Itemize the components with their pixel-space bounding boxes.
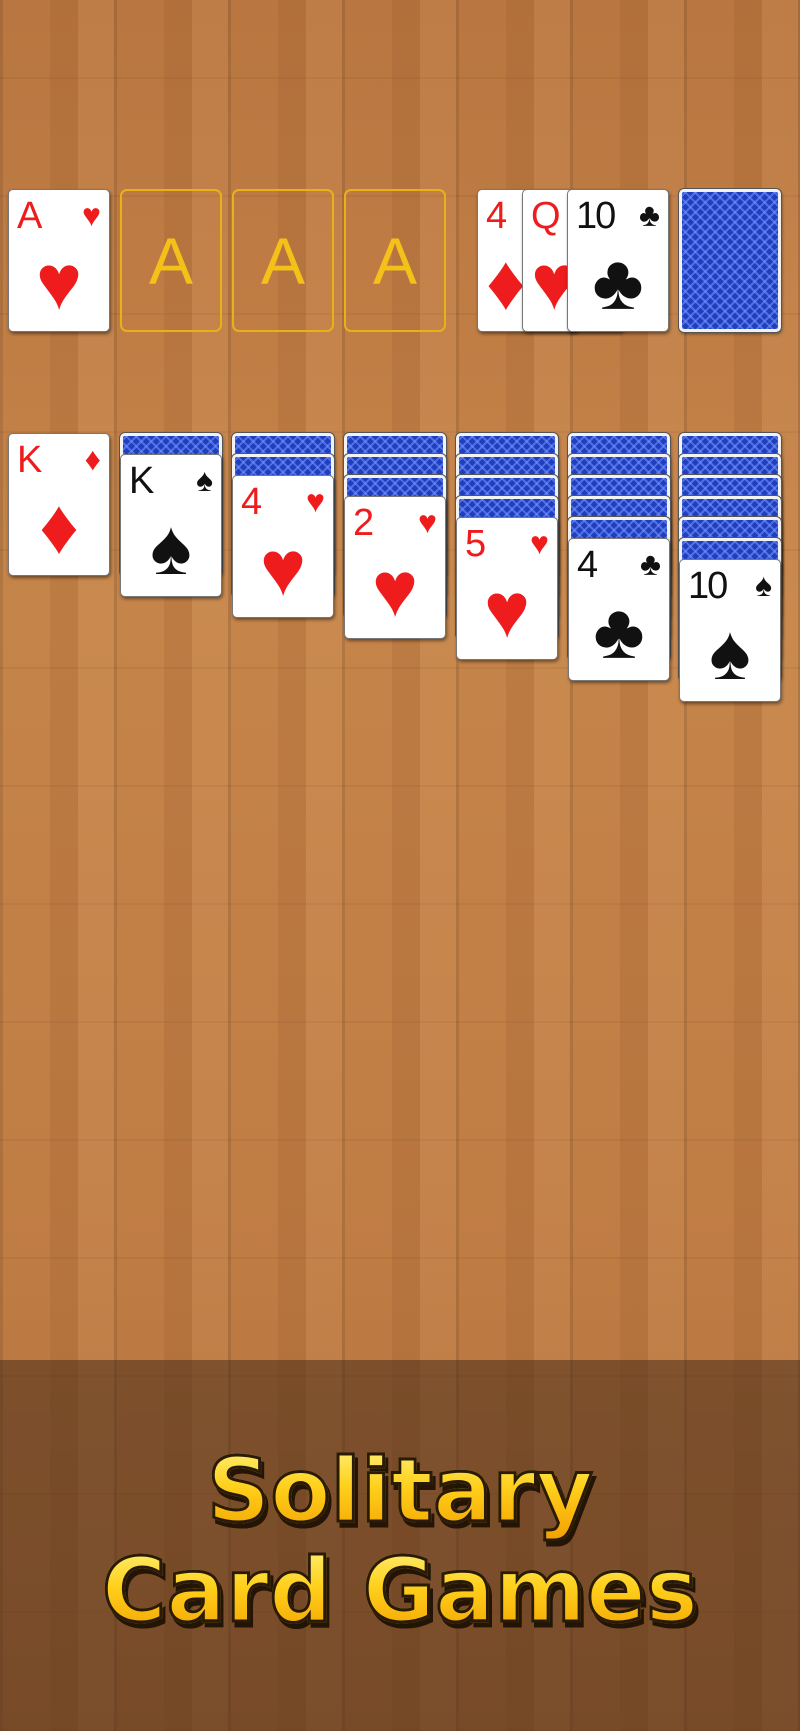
- heart-suit-icon: ♥: [259, 524, 307, 612]
- card-rank: A: [17, 195, 42, 237]
- foundation-slot-empty[interactable]: A: [344, 189, 446, 332]
- foundation-slot-label: A: [372, 223, 418, 298]
- card-rank: K: [129, 460, 154, 502]
- foundation-slot-label: A: [148, 223, 194, 298]
- card-rank: 4: [486, 195, 507, 237]
- tableau-card[interactable]: K ♦ ♦: [8, 433, 110, 576]
- card-rank: 4: [577, 544, 598, 586]
- stock-pile[interactable]: [679, 189, 781, 332]
- card-rank: Q: [531, 195, 561, 237]
- heart-suit-icon: ♥: [306, 483, 325, 519]
- heart-suit-icon: ♥: [82, 197, 101, 233]
- promo-banner: Solitary Card Games: [0, 1360, 800, 1731]
- tableau-card[interactable]: 10 ♠ ♠: [679, 559, 781, 702]
- spade-suit-icon: ♠: [709, 608, 751, 696]
- waste-top-card[interactable]: 10 ♣ ♣: [567, 189, 669, 332]
- club-suit-icon: ♣: [640, 546, 661, 582]
- card-rank: 10: [576, 195, 616, 237]
- heart-suit-icon: ♥: [530, 525, 549, 561]
- heart-suit-icon: ♥: [418, 504, 437, 540]
- tableau-card[interactable]: 5 ♥ ♥: [456, 517, 558, 660]
- foundation-hearts-card[interactable]: A ♥ ♥: [8, 189, 110, 332]
- tableau-card[interactable]: 4 ♣ ♣: [568, 538, 670, 681]
- diamond-suit-icon: ♦: [39, 482, 79, 570]
- club-suit-icon: ♣: [592, 238, 644, 326]
- foundation-slot-label: A: [260, 223, 306, 298]
- card-rank: 5: [465, 523, 486, 565]
- card-rank: 2: [353, 502, 374, 544]
- heart-suit-icon: ♥: [35, 238, 83, 326]
- heart-suit-icon: ♥: [371, 545, 419, 633]
- card-rank: 4: [241, 481, 262, 523]
- foundation-slot-empty[interactable]: A: [120, 189, 222, 332]
- tableau-card[interactable]: K ♠ ♠: [120, 454, 222, 597]
- spade-suit-icon: ♠: [196, 462, 213, 498]
- banner-title-line2: Card Games: [0, 1541, 800, 1640]
- foundation-slot-empty[interactable]: A: [232, 189, 334, 332]
- club-suit-icon: ♣: [593, 587, 645, 675]
- diamond-suit-icon: ♦: [84, 441, 101, 477]
- card-rank: 10: [688, 565, 728, 607]
- card-rank: K: [17, 439, 42, 481]
- tableau-card[interactable]: 2 ♥ ♥: [344, 496, 446, 639]
- tableau-card[interactable]: 4 ♥ ♥: [232, 475, 334, 618]
- banner-title-line1: Solitary: [0, 1441, 800, 1540]
- heart-suit-icon: ♥: [483, 566, 531, 654]
- club-suit-icon: ♣: [639, 197, 660, 233]
- spade-suit-icon: ♠: [755, 567, 772, 603]
- spade-suit-icon: ♠: [150, 503, 192, 591]
- game-board: A ♥ ♥ A A A 4 ♦ Q ♥ 10 ♣ ♣ K ♦ ♦ K ♠ ♠ 4…: [0, 0, 800, 1731]
